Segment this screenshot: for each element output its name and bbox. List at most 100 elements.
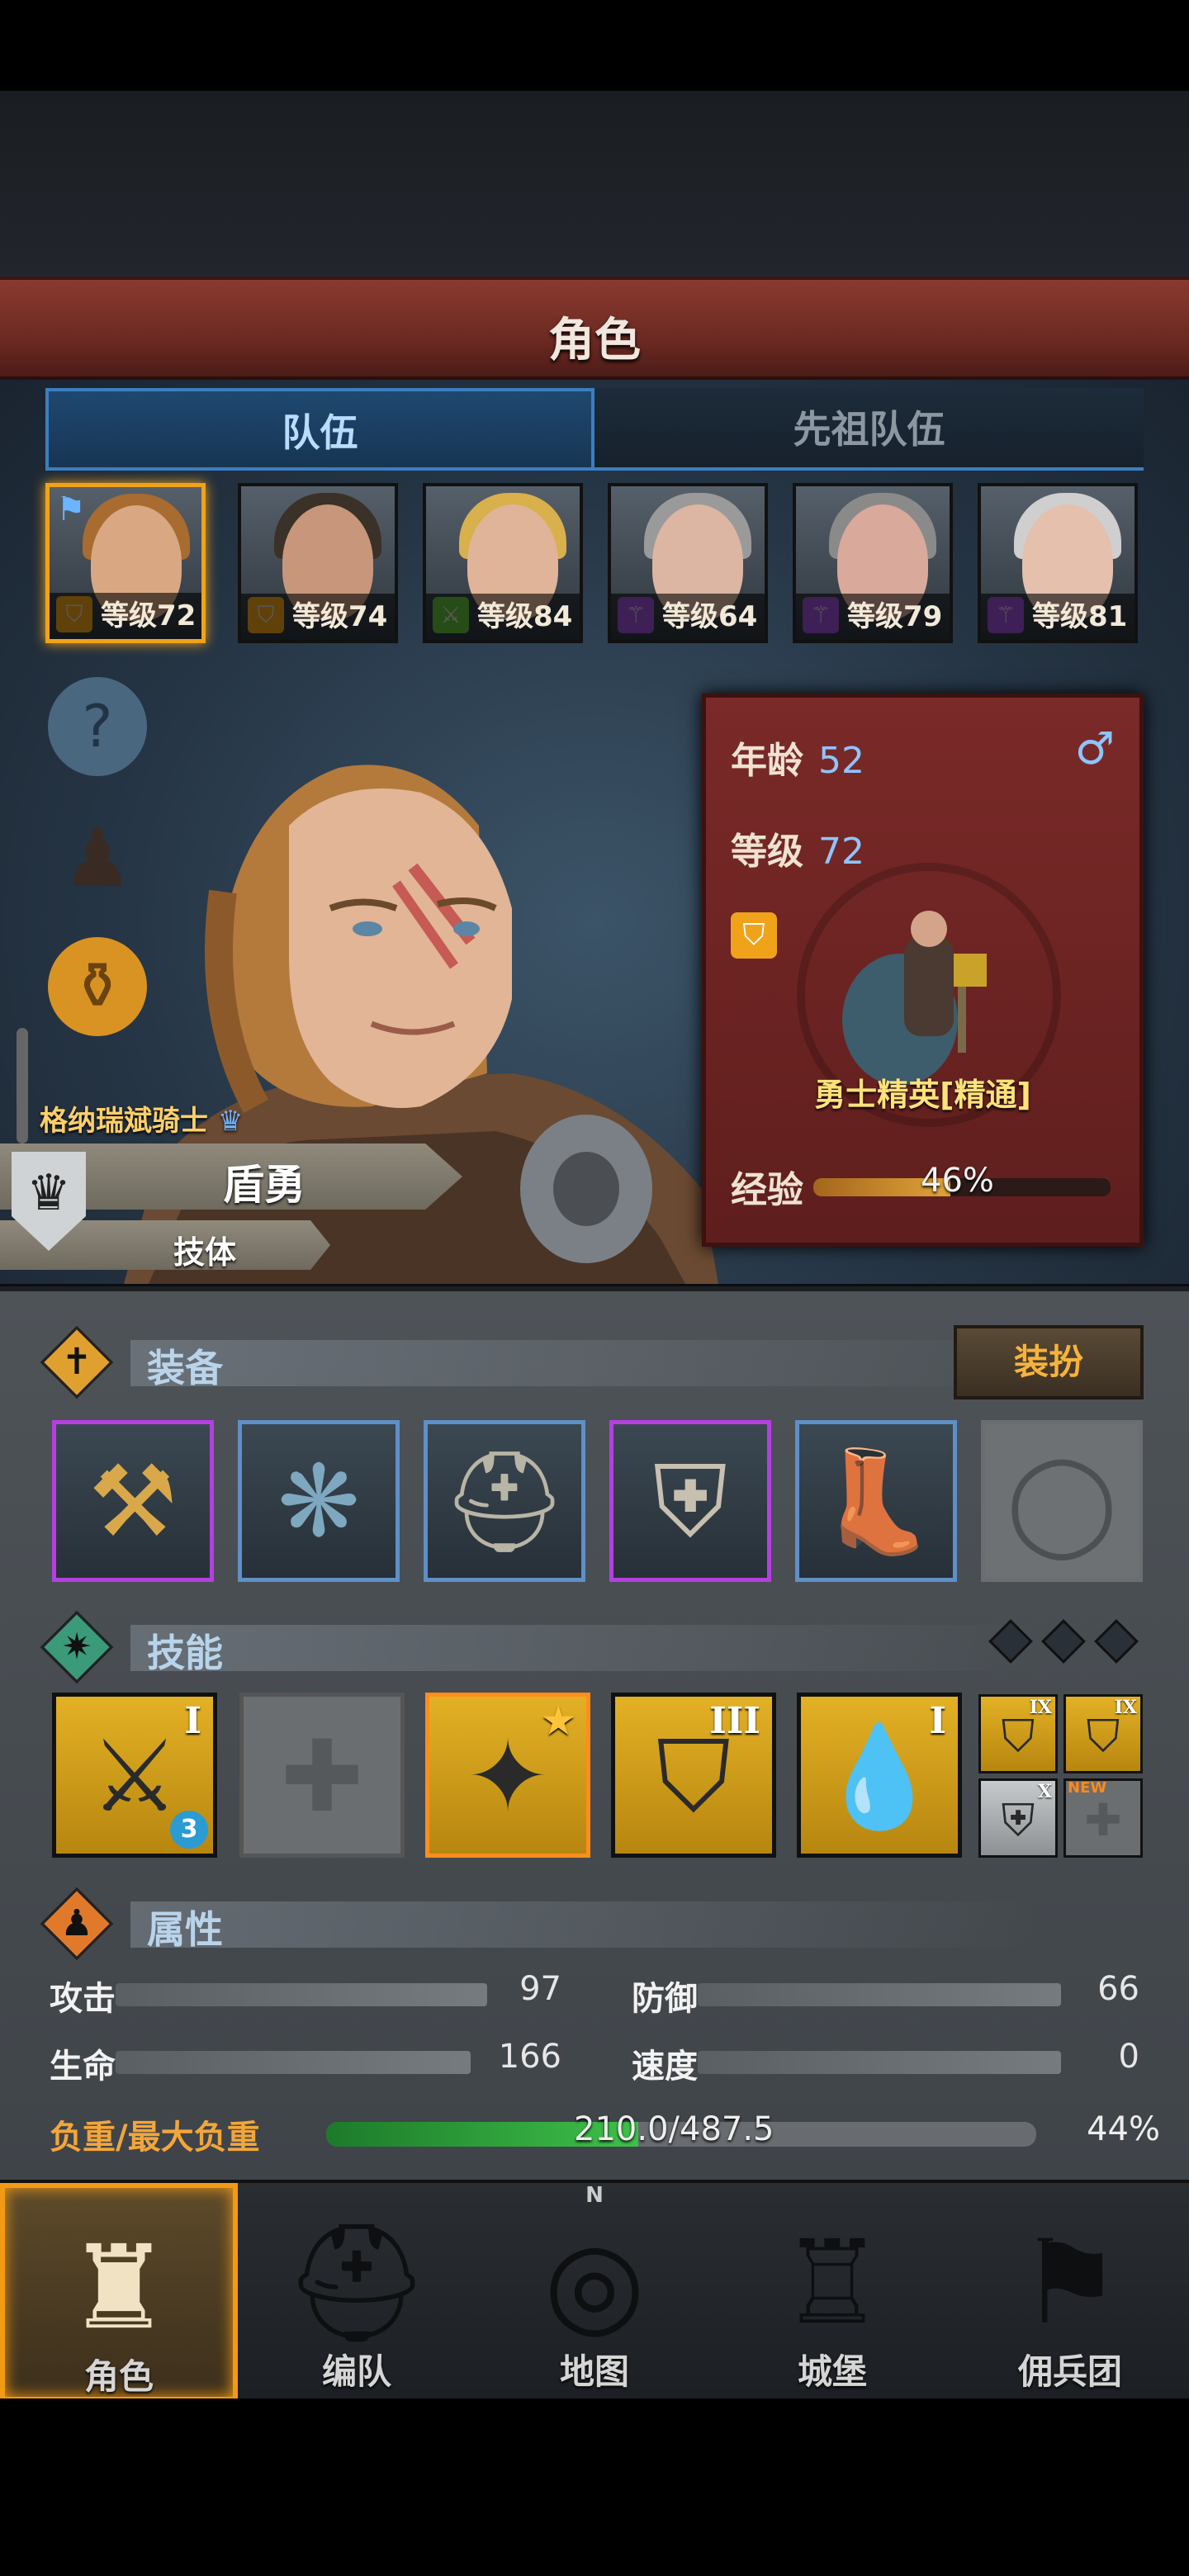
character-origin: 格纳瑞斌骑士 ♛ xyxy=(40,1098,243,1139)
party-member-3[interactable]: ⚔ 等级84 xyxy=(423,483,583,643)
mini-skill-4[interactable]: ✚ NEW xyxy=(1063,1778,1143,1858)
skill-rank: X xyxy=(1037,1781,1052,1802)
attributes-section-header: ♟ 属性 xyxy=(40,1887,1138,1961)
stat-bar xyxy=(116,1983,487,2006)
skill-slot-5[interactable]: 💧 I xyxy=(797,1693,962,1858)
level-label: 等级72 xyxy=(50,593,201,639)
system-bar-area xyxy=(0,2398,1189,2576)
banner-icon: ⚑ xyxy=(1018,2216,1122,2351)
empty-cross-icon: ✚ xyxy=(280,1720,364,1835)
hammer-icon: ⚒ xyxy=(88,1445,178,1560)
equip-slot-boots[interactable]: 👢 xyxy=(795,1420,957,1582)
shield-class-icon: ⛉ xyxy=(731,912,777,959)
header-background xyxy=(0,91,1189,281)
exp-percent: 46% xyxy=(921,1162,994,1200)
nav-formation[interactable]: ⛑ 编队 xyxy=(238,2183,476,2402)
nav-label: 城堡 xyxy=(797,2351,867,2392)
age-label: 年龄 xyxy=(731,740,803,782)
dress-up-button[interactable]: 装扮 xyxy=(954,1325,1144,1399)
level-label: 等级84 xyxy=(426,594,580,640)
character-trait: 技体 xyxy=(173,1234,237,1271)
status-bar-area xyxy=(0,0,1189,91)
stat-attack: 攻击 97 xyxy=(50,1965,561,2018)
ring-icon: ◯ xyxy=(1006,1445,1118,1560)
skill-rank: IX xyxy=(1029,1697,1052,1718)
nav-mercenary[interactable]: ⚑ 佣兵团 xyxy=(951,2183,1189,2402)
level-label: 等级74 xyxy=(241,594,395,640)
stat-label: 速度 xyxy=(632,2048,698,2086)
nav-label: 角色 xyxy=(83,2356,154,2397)
equip-slot-armor[interactable]: ⛨ xyxy=(609,1420,771,1582)
mini-skill-3[interactable]: ⛨ X xyxy=(978,1778,1058,1858)
party-member-1[interactable]: ⚑ ⛉ 等级72 xyxy=(45,483,206,643)
nav-map[interactable]: N ◎ 地图 xyxy=(476,2183,713,2402)
level-value: 72 xyxy=(818,831,865,873)
equipment-label: 装备 xyxy=(147,1346,223,1390)
compass-icon: ◎ xyxy=(543,2216,646,2351)
skill-slot-3[interactable]: ✦ ★ xyxy=(425,1693,590,1858)
skill-badge: 3 xyxy=(170,1811,208,1849)
equip-slot-weapon[interactable]: ⚒ xyxy=(52,1420,214,1582)
skill-rank: I xyxy=(929,1700,946,1742)
scroll-handle[interactable] xyxy=(17,1028,28,1144)
party-member-2[interactable]: ⛉ 等级74 xyxy=(238,483,398,643)
stat-label: 攻击 xyxy=(50,1980,116,2018)
mini-skill-1[interactable]: ⛉ IX xyxy=(978,1694,1058,1773)
level-label: 等级 xyxy=(731,831,803,873)
stat-hp: 生命 166 xyxy=(50,2033,561,2086)
nav-label: 地图 xyxy=(559,2351,629,2392)
stat-value: 166 xyxy=(498,2038,561,2076)
male-icon: ♂ xyxy=(1074,722,1115,774)
helmet-icon: ⛑ xyxy=(283,2216,430,2351)
party-member-4[interactable]: ⚚ 等级64 xyxy=(608,483,768,643)
class-figure xyxy=(842,911,987,1086)
stat-bar xyxy=(698,1983,1061,2006)
party-member-5[interactable]: ⚚ 等级79 xyxy=(793,483,953,643)
stat-value: 66 xyxy=(1097,1970,1139,2008)
character-class: 盾勇 xyxy=(223,1161,306,1209)
header-bar xyxy=(130,1901,1039,1948)
diamond-indicator xyxy=(1094,1619,1139,1664)
nav-castle[interactable]: ♖ 城堡 xyxy=(713,2183,951,2402)
armor-icon: ⛨ xyxy=(653,1445,727,1560)
stat-label: 防御 xyxy=(632,1980,698,2018)
stat-load: 负重/最大负重 210.0/487.5 44% xyxy=(50,2107,1160,2157)
mini-skill-2[interactable]: ⛉ IX xyxy=(1063,1694,1143,1773)
bottom-nav: ♜ 角色 ⛑ 编队 N ◎ 地图 ♖ 城堡 ⚑ 佣兵团 xyxy=(0,2180,1189,2402)
nav-label: 佣兵团 xyxy=(1017,2351,1122,2392)
skills-label: 技能 xyxy=(147,1631,223,1675)
skill-slot-2[interactable]: ✚ xyxy=(239,1693,405,1858)
skill-rank: III xyxy=(709,1700,760,1742)
skill-rank: IX xyxy=(1114,1697,1137,1718)
header-bar xyxy=(130,1340,1039,1386)
skill-slot-1[interactable]: ⚔ I 3 xyxy=(52,1693,217,1858)
level-label: 等级64 xyxy=(611,594,765,640)
skill-slot-4[interactable]: ⛉ III xyxy=(611,1693,776,1858)
flag-icon: ⚑ xyxy=(56,490,86,528)
tab-team[interactable]: 队伍 xyxy=(45,388,594,471)
page-title: 角色 xyxy=(548,314,641,367)
equip-slot-helmet[interactable]: ⛑ xyxy=(424,1420,585,1582)
tab-ancestor-team[interactable]: 先祖队伍 xyxy=(594,388,1144,471)
stat-value: 97 xyxy=(519,1970,561,2008)
load-value: 210.0/487.5 xyxy=(574,2110,775,2148)
level-label: 等级79 xyxy=(796,594,950,640)
diamond-indicator xyxy=(988,1619,1033,1664)
class-name: 勇士精英[精通] xyxy=(814,1077,1031,1113)
stat-bar xyxy=(698,2051,1061,2074)
stat-defense: 防御 66 xyxy=(632,1965,1139,2018)
character-info-card: 年龄 52 ♂ 等级 72 ⛉ 勇士精英[精通] 经验 46% xyxy=(702,694,1144,1247)
skills-section-header: ✷ 技能 xyxy=(40,1610,1138,1684)
equip-slot-ring[interactable]: ◯ xyxy=(981,1420,1143,1582)
level-row: 等级 72 xyxy=(731,822,865,874)
equip-slot-cloak[interactable]: ❋ xyxy=(238,1420,400,1582)
stat-bar xyxy=(116,2051,471,2074)
nav-character[interactable]: ♜ 角色 xyxy=(0,2183,238,2402)
castle-icon: ♖ xyxy=(780,2216,884,2351)
party-member-6[interactable]: ⚚ 等级81 xyxy=(978,483,1138,643)
compass-letter: N xyxy=(585,2183,604,2208)
person-icon: ♟ xyxy=(60,1902,93,1944)
title-bar: 角色 xyxy=(0,277,1189,380)
load-percent: 44% xyxy=(1087,2110,1160,2148)
age-row: 年龄 52 xyxy=(731,731,865,784)
